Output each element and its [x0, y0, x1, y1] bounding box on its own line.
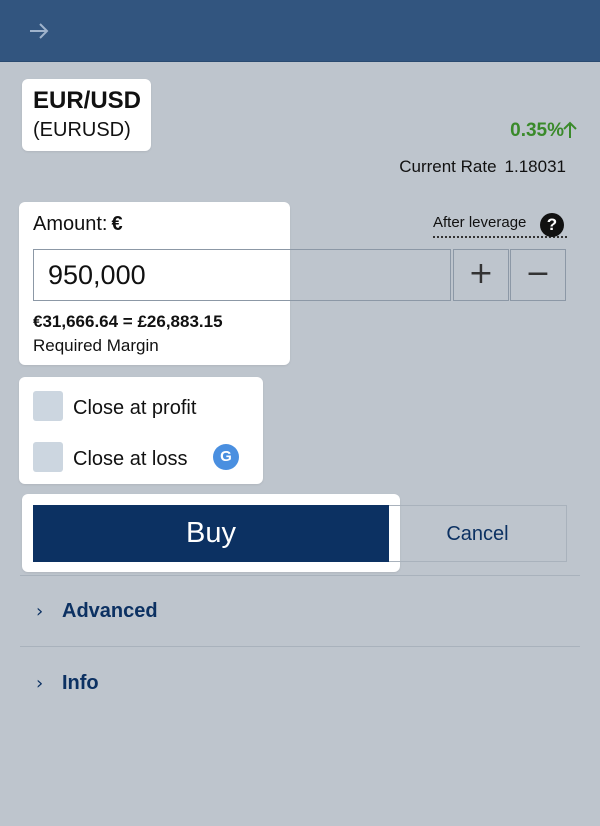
instrument-card: EUR/USD (EURUSD) [22, 79, 151, 151]
close-at-profit-label[interactable]: Close at profit [73, 397, 196, 420]
cancel-button[interactable]: Cancel [389, 505, 567, 562]
amount-input[interactable] [33, 249, 451, 301]
divider [20, 575, 580, 576]
current-rate: Current Rate 1.18031 [399, 157, 566, 177]
current-rate-value: 1.18031 [504, 157, 566, 176]
close-at-loss-checkbox[interactable] [33, 442, 63, 472]
arrow-up-icon [563, 121, 577, 138]
chevron-right-icon: › [36, 673, 44, 694]
g-badge-icon: G [213, 444, 239, 470]
info-label: Info [62, 672, 99, 694]
current-rate-label: Current Rate [399, 157, 497, 176]
advanced-section[interactable]: › Advanced [36, 600, 158, 630]
increase-amount-button[interactable]: + [453, 249, 509, 301]
advanced-label: Advanced [62, 600, 158, 622]
amount-label: Amount: € [33, 213, 123, 236]
chevron-right-icon: › [36, 601, 44, 622]
rate-change: 0.35% [510, 120, 564, 141]
arrow-right-icon[interactable] [28, 20, 50, 42]
instrument-symbol: EUR/USD [33, 87, 142, 114]
close-at-loss-label[interactable]: Close at loss [73, 448, 188, 471]
divider [20, 646, 580, 647]
instrument-code: (EURUSD) [33, 119, 131, 141]
close-at-profit-checkbox[interactable] [33, 391, 63, 421]
info-section[interactable]: › Info [36, 672, 99, 702]
buy-button[interactable]: Buy [33, 505, 389, 562]
top-bar [0, 0, 600, 62]
help-icon[interactable]: ? [540, 213, 564, 237]
currency-symbol: € [111, 213, 123, 235]
margin-conversion: €31,666.64 = £26,883.15 [33, 312, 223, 331]
decrease-amount-button[interactable]: − [510, 249, 566, 301]
required-margin-label: Required Margin [33, 336, 159, 355]
amount-label-text: Amount: [33, 213, 108, 235]
